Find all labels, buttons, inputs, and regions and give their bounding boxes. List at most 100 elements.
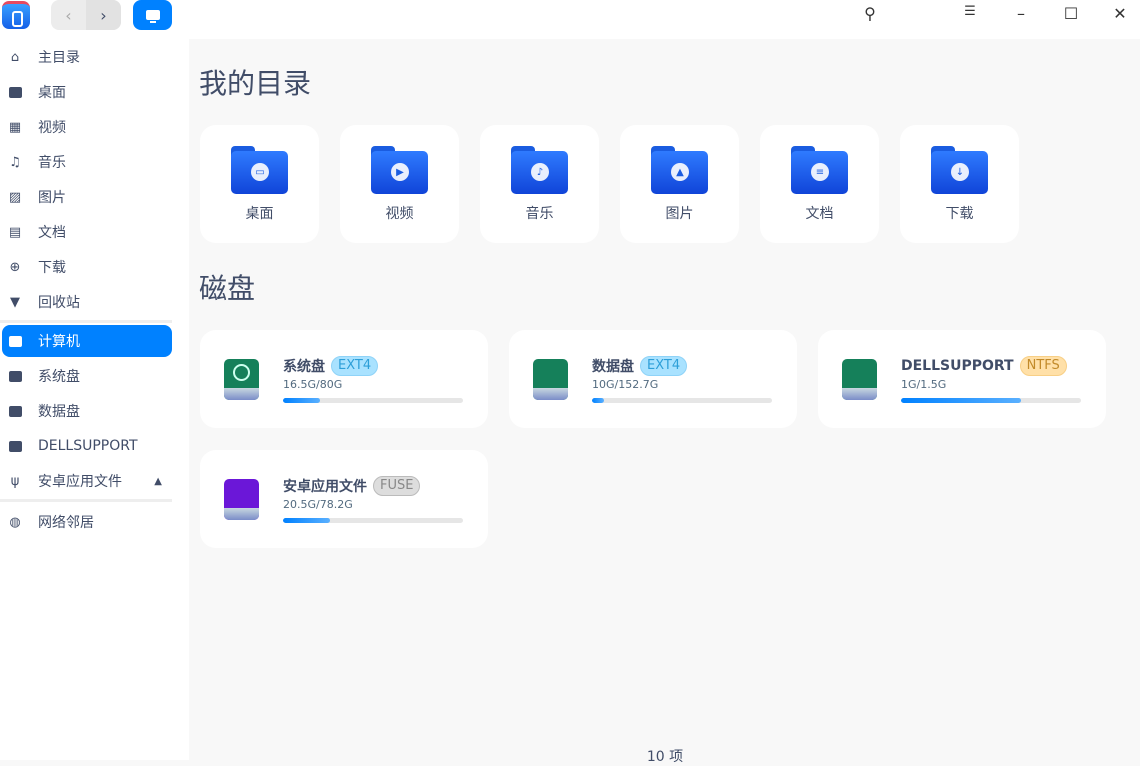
drive-icon [224,359,259,400]
disk-icon [8,404,22,418]
filesystem-badge: EXT4 [331,356,379,376]
filesystem-badge: FUSE [373,476,421,496]
my-directories-title: 我的目录 [199,67,312,100]
file-manager-logo-icon [2,1,30,29]
trash-icon: ▼ [10,294,20,310]
maximize-button[interactable]: ☐ [1059,4,1083,23]
sidebar-item-label: 安卓应用文件 [38,474,122,490]
folder-label: 音乐 [525,206,554,222]
sidebar-item[interactable]: ψ 安卓应用文件 ▲ [2,465,172,497]
folder-icon: ≡ [791,146,848,194]
folder-card[interactable]: ≡ 文档 [760,125,879,243]
folder-label: 桌面 [245,206,274,222]
sidebar-item[interactable]: 数据盘 [2,395,172,427]
sidebar-item[interactable]: ⊕ 下载 [2,251,172,283]
sidebar-item-label: 回收站 [38,295,80,311]
disk-usage-bar [283,398,463,403]
sidebar-item-label: 主目录 [38,50,80,66]
disk-card[interactable]: DELLSUPPORT NTFS 1G/1.5G [818,330,1106,428]
folder-icon: ↓ [931,146,988,194]
folder-icon: ▲ [651,146,708,194]
folder-card[interactable]: ♪ 音乐 [480,125,599,243]
sidebar-item[interactable]: DELLSUPPORT [2,430,172,462]
folder-icon: ▶ [371,146,428,194]
sidebar-item-label: DELLSUPPORT [38,438,138,454]
drive-icon [224,479,259,520]
disk-name: 数据盘 [592,359,634,375]
sidebar: ⌂ 主目录桌面 ▦ 视频 ♫ 音乐 ▨ 图片 ▤ 文档 ⊕ 下载 ▼ 回收站计算机系统盘数据盘 DELLSU… [0,39,189,760]
computer-view-button[interactable] [133,0,172,30]
disk-usage-bar [283,518,463,523]
folder-card[interactable]: ▶ 视频 [340,125,459,243]
sidebar-item[interactable]: ▼ 回收站 [2,286,172,318]
sidebar-item-label: 网络邻居 [38,515,94,531]
sidebar-divider [0,320,172,323]
close-button[interactable]: ✕ [1108,4,1132,23]
filesystem-badge: NTFS [1019,356,1067,376]
folder-label: 下载 [945,206,974,222]
disk-card[interactable]: 数据盘 EXT4 10G/152.7G [509,330,797,428]
sidebar-item-label: 数据盘 [38,404,80,420]
desktop-icon [8,85,22,99]
disk-usage-text: 16.5G/80G [283,378,343,391]
disks-title: 磁盘 [199,272,256,305]
back-button[interactable]: ‹ [51,0,86,30]
disk-card[interactable]: 安卓应用文件 FUSE 20.5G/78.2G [200,450,488,548]
folder-icon: ♪ [511,146,568,194]
drive-icon [533,359,568,400]
sidebar-divider [0,499,172,502]
sidebar-item-label: 系统盘 [38,369,80,385]
video-icon: ▦ [8,119,22,135]
folder-card[interactable]: ↓ 下载 [900,125,1019,243]
sidebar-item-label: 图片 [38,190,66,206]
sidebar-item[interactable]: 计算机 [2,325,172,357]
folder-label: 文档 [805,206,834,222]
usb-icon: ψ [10,473,20,489]
sidebar-item-label: 桌面 [38,85,66,101]
disk-name: 安卓应用文件 [283,479,367,495]
drive-icon [842,359,877,400]
sidebar-item[interactable]: ♫ 音乐 [2,146,172,178]
music-icon: ♫ [9,154,21,170]
disk-name: 系统盘 [283,359,325,375]
picture-icon: ▨ [8,189,22,205]
disk-usage-text: 20.5G/78.2G [283,498,353,511]
sidebar-item-label: 文档 [38,225,66,241]
disk-icon [8,439,22,453]
disk-usage-text: 10G/152.7G [592,378,659,391]
item-count: 10 项 [646,749,684,765]
minimize-button[interactable]: – [1009,4,1033,23]
disk-usage-bar [592,398,772,403]
sidebar-item[interactable]: ◍ 网络邻居 [2,506,172,538]
sidebar-item-label: 视频 [38,120,66,136]
home-icon: ⌂ [10,49,20,65]
title-bar: ‹ › ⚲ ☰ – ☐ ✕ [0,0,1140,39]
download-icon: ⊕ [9,259,21,275]
folder-card[interactable]: ▭ 桌面 [200,125,319,243]
computer-icon [8,334,22,348]
sidebar-item[interactable]: ▦ 视频 [2,111,172,143]
disk-usage-bar [901,398,1081,403]
sidebar-item-label: 计算机 [38,334,80,350]
computer-icon [145,10,160,23]
sidebar-item[interactable]: 系统盘 [2,360,172,392]
sidebar-item[interactable]: ⌂ 主目录 [2,41,172,73]
search-button[interactable]: ⚲ [858,4,882,23]
forward-button[interactable]: › [86,0,121,30]
sidebar-item[interactable]: 桌面 [2,76,172,108]
nav-buttons: ‹ › [51,0,121,30]
folder-label: 图片 [665,206,694,222]
sidebar-item[interactable]: ▤ 文档 [2,216,172,248]
disk-icon [8,369,22,383]
eject-icon[interactable]: ▲ [154,476,162,487]
menu-button[interactable]: ☰ [958,4,982,19]
sidebar-item[interactable]: ▨ 图片 [2,181,172,213]
folder-card[interactable]: ▲ 图片 [620,125,739,243]
document-icon: ▤ [8,224,22,240]
sidebar-item-label: 音乐 [38,155,66,171]
network-icon: ◍ [9,514,21,530]
disk-card[interactable]: 系统盘 EXT4 16.5G/80G [200,330,488,428]
folder-label: 视频 [385,206,414,222]
disk-usage-text: 1G/1.5G [901,378,947,391]
folder-icon: ▭ [231,146,288,194]
